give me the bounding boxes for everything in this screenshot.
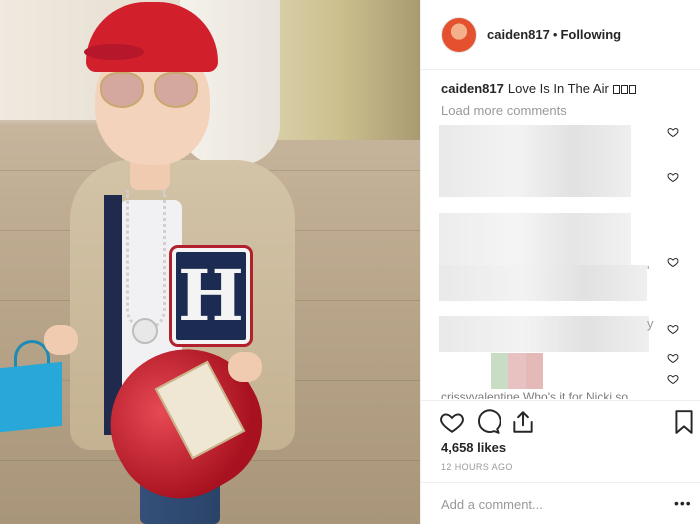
heart-small-icon[interactable] [667,256,679,268]
blurred-comment [439,316,649,352]
blurred-comment [439,265,647,301]
heart-small-icon[interactable] [667,323,679,335]
add-comment-input[interactable] [441,495,661,513]
kid-cap-brim [84,44,144,60]
instagram-post: H caiden817 • Following caiden817 Love Is I… [0,0,700,524]
blurred-comment [439,125,631,197]
bookmark-icon[interactable] [671,409,697,435]
heart-small-icon[interactable] [667,373,679,385]
add-comment-bar: ••• [421,482,700,524]
header-text: caiden817 • Following [487,27,621,43]
heart-small-icon[interactable] [667,171,679,183]
photo-glass-door [275,0,420,140]
blurred-emoji-mosaic [491,353,543,389]
kid-left-hand [44,325,78,355]
emoji-glyph-icon [629,85,637,94]
header-username[interactable]: caiden817 [487,27,550,42]
kid-chain [126,190,166,330]
avatar[interactable] [441,17,477,53]
load-more-comments-link[interactable]: Load more comments [441,103,567,118]
cut-off-comment: crissyvalentine Who's it for Nicki so [441,390,629,399]
likes-count[interactable]: 4,658 likes [441,440,506,455]
post-photo[interactable]: H [0,0,420,524]
partial-comment-char: ' [647,263,650,278]
blurred-comment [439,213,631,271]
heart-small-icon[interactable] [667,126,679,138]
caption-username[interactable]: caiden817 [441,81,504,96]
more-options-button[interactable]: ••• [674,496,692,510]
caption-text: Love Is In The Air [507,81,609,96]
heart-outline-icon[interactable] [439,409,465,435]
comments-area: caiden817 Love Is In The Air Load more co… [421,70,700,400]
caption: caiden817 Love Is In The Air [441,81,637,97]
gift-bag [0,361,62,433]
heart-small-icon[interactable] [667,352,679,364]
header-separator: • [552,27,558,42]
partial-comment-char: y [647,316,654,331]
share-icon[interactable] [510,409,536,435]
kid-pendant [132,318,158,344]
post-header: caiden817 • Following [421,0,700,70]
kid-right-hand [228,352,262,382]
emoji-glyph-icon [613,85,621,94]
post-actions: 4,658 likes 12 HOURS AGO [421,400,700,490]
emoji-glyph-icon [621,85,629,94]
follow-status-button[interactable]: Following [560,27,621,42]
post-timestamp[interactable]: 12 HOURS AGO [441,462,513,472]
comment-bubble-icon[interactable] [475,409,501,435]
kid-sunglasses [100,72,200,110]
jacket-h-patch: H [169,245,253,347]
post-side-panel: caiden817 • Following caiden817 Love Is In … [420,0,700,524]
